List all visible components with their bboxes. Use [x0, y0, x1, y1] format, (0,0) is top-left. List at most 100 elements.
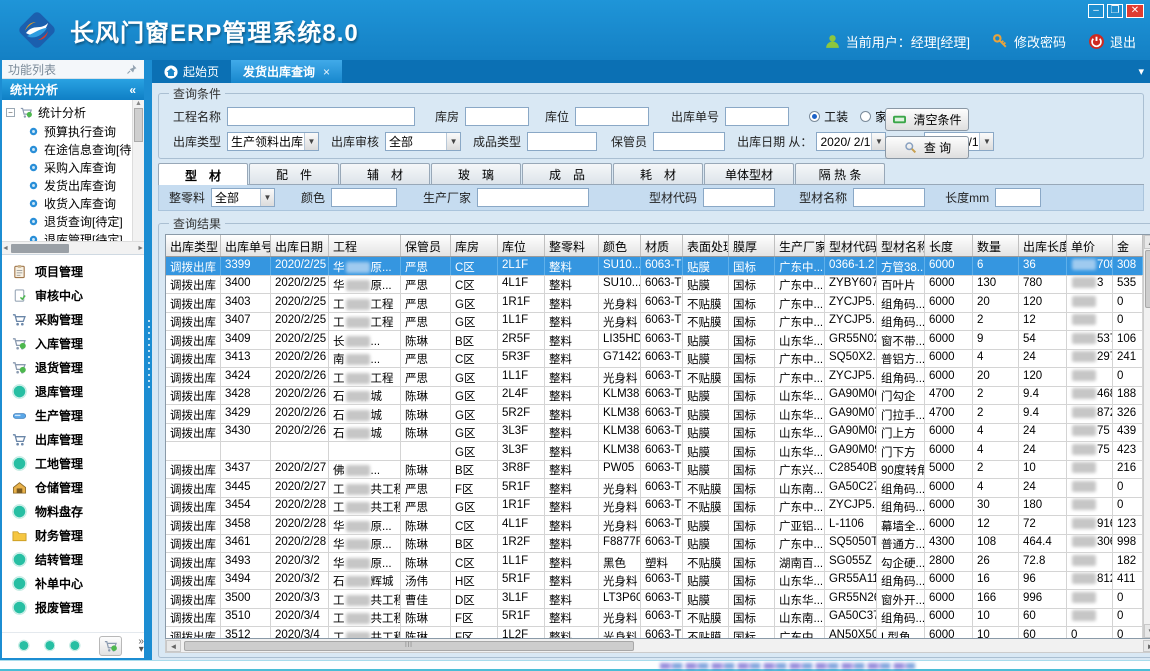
length-input[interactable]	[995, 188, 1041, 207]
material-tab-3[interactable]: 辅 材	[340, 163, 430, 184]
sidebar-item-采购管理[interactable]: 采购管理	[2, 307, 144, 331]
tab-shipping-outbound-query[interactable]: 发货出库查询 ×	[231, 60, 342, 83]
scroll-thumb[interactable]	[1145, 250, 1150, 308]
sidebar-item-退库管理[interactable]: 退库管理	[2, 379, 144, 403]
material-tab-6[interactable]: 耗 材	[613, 163, 703, 184]
column-header[interactable]: 出库单号	[221, 235, 271, 256]
color-input[interactable]	[331, 188, 397, 207]
table-row[interactable]: 调拨出库35102020/3/4工共工程陈琳F区5R1F整料光身料6063-T5…	[166, 609, 1143, 628]
column-header[interactable]: 颜色	[599, 235, 641, 256]
column-header[interactable]: 库位	[498, 235, 545, 256]
material-tab-5[interactable]: 成 品	[522, 163, 612, 184]
profile-code-input[interactable]	[703, 188, 775, 207]
date-from-picker[interactable]: 2020/ 2/16▼	[816, 132, 886, 151]
tree-item[interactable]: 发货出库查询	[6, 176, 144, 194]
scroll-down-icon[interactable]: ▼	[1144, 624, 1150, 638]
column-header[interactable]: 出库日期	[271, 235, 329, 256]
pin-icon[interactable]	[126, 63, 138, 75]
change-password-button[interactable]: 修改密码	[992, 32, 1066, 51]
scroll-right-icon[interactable]: ►	[1143, 640, 1150, 652]
material-tab-1[interactable]: 型 材	[158, 163, 248, 186]
table-row[interactable]: 调拨出库34542020/2/28工共工程严思G区1R1F整料光身料6063-T…	[166, 498, 1143, 517]
clear-conditions-button[interactable]: 清空条件	[885, 108, 969, 131]
sidebar-item-财务管理[interactable]: 财务管理	[2, 523, 144, 547]
warehouse-input[interactable]	[465, 107, 529, 126]
sidebar-item-结转管理[interactable]: 结转管理	[2, 547, 144, 571]
profile-name-input[interactable]	[853, 188, 925, 207]
table-row[interactable]: 调拨出库34372020/2/27佛...陈琳B区3R8F整料PW056063-…	[166, 461, 1143, 480]
table-row[interactable]: 调拨出库34242020/2/26工工程严思G区1L1F整料光身料6063-T5…	[166, 368, 1143, 387]
table-row[interactable]: 调拨出库34002020/2/25华原...严思C区4L1F整料SU10...6…	[166, 276, 1143, 295]
scroll-up-icon[interactable]: ▲	[1144, 235, 1150, 249]
collapse-icon[interactable]: «	[129, 83, 136, 97]
tree-item[interactable]: 采购入库查询	[6, 158, 144, 176]
column-header[interactable]: 长度	[925, 235, 973, 256]
table-row[interactable]: 调拨出库34302020/2/26石城陈琳G区3L3F整料KLM38176063…	[166, 424, 1143, 443]
sidebar-item-审核中心[interactable]: 审核中心	[2, 283, 144, 307]
grid-vertical-scrollbar[interactable]: ▲ ▼	[1143, 235, 1150, 638]
logout-button[interactable]: 退出	[1088, 32, 1136, 51]
circle-icon[interactable]	[44, 639, 56, 652]
material-tab-2[interactable]: 配 件	[249, 163, 339, 184]
sidebar-item-物料盘存[interactable]: 物料盘存	[2, 499, 144, 523]
column-header[interactable]: 金	[1113, 235, 1143, 256]
sidebar-item-退货管理[interactable]: 退货管理	[2, 355, 144, 379]
column-header[interactable]: 工程	[329, 235, 401, 256]
column-header[interactable]: 保管员	[401, 235, 451, 256]
table-row[interactable]: 调拨出库34072020/2/25工工程严思G区1L1F整料光身料6063-T5…	[166, 313, 1143, 332]
radio-gongzhuang[interactable]: 工装	[809, 108, 848, 125]
table-row[interactable]: 调拨出库34932020/3/2华原...陈琳C区1L1F整料黑色塑料不贴膜国标…	[166, 553, 1143, 572]
circle-icon[interactable]	[69, 639, 81, 652]
column-header[interactable]: 生产厂家	[775, 235, 825, 256]
table-row[interactable]: 调拨出库34292020/2/26石城陈琳G区5R2F整料KLM38176063…	[166, 405, 1143, 424]
tab-home[interactable]: 起始页	[152, 60, 231, 83]
sidebar-item-工地管理[interactable]: 工地管理	[2, 451, 144, 475]
tab-close-icon[interactable]: ×	[323, 65, 330, 79]
table-row[interactable]: 调拨出库34942020/3/2石辉城汤伟H区5R1F整料光身料6063-T5贴…	[166, 572, 1143, 591]
tree-collapse-icon[interactable]: −	[6, 108, 15, 117]
tree-item[interactable]: 在途信息查询[待	[6, 140, 144, 158]
search-button[interactable]: 查 询	[885, 136, 969, 159]
column-header[interactable]: 单价	[1067, 235, 1113, 256]
sidebar-item-仓储管理[interactable]: 仓储管理	[2, 475, 144, 499]
table-row[interactable]: 调拨出库34282020/2/26石城陈琳G区2L4F整料KLM38176063…	[166, 387, 1143, 406]
cart-shortcut-button[interactable]	[99, 636, 123, 656]
order-no-input[interactable]	[725, 107, 789, 126]
table-row[interactable]: 调拨出库34132020/2/26南...严思C区5R3F整料G71422606…	[166, 350, 1143, 369]
material-tab-7[interactable]: 单体型材	[704, 163, 794, 184]
tab-overflow-icon[interactable]: ▾	[1138, 65, 1144, 78]
tree-item[interactable]: 收货入库查询	[6, 194, 144, 212]
sidebar-item-入库管理[interactable]: 入库管理	[2, 331, 144, 355]
table-row[interactable]: 调拨出库34032020/2/25工工程严思G区1R1F整料光身料6063-T5…	[166, 294, 1143, 313]
material-tab-4[interactable]: 玻 璃	[431, 163, 521, 184]
maker-input[interactable]	[477, 188, 589, 207]
bin-input[interactable]	[575, 107, 649, 126]
column-header[interactable]: 表面处理	[683, 235, 729, 256]
table-row[interactable]: 调拨出库35002020/3/3工共工程曹佳D区3L1F整料LT3P606063…	[166, 590, 1143, 609]
scroll-left-icon[interactable]: ◄	[166, 640, 181, 652]
menu-overflow-button[interactable]: »▾	[138, 638, 144, 654]
column-header[interactable]: 出库长度	[1019, 235, 1067, 256]
circle-icon[interactable]	[18, 639, 30, 652]
maximize-button[interactable]: ❐	[1107, 4, 1123, 18]
audit-select[interactable]: 全部▼	[385, 132, 461, 151]
minimize-button[interactable]: –	[1088, 4, 1104, 18]
sidebar-item-项目管理[interactable]: 项目管理	[2, 259, 144, 283]
sidebar-item-生产管理[interactable]: 生产管理	[2, 403, 144, 427]
column-header[interactable]: 膜厚	[729, 235, 775, 256]
column-header[interactable]: 库房	[451, 235, 498, 256]
sidebar-item-报废管理[interactable]: 报废管理	[2, 595, 144, 619]
tree-root[interactable]: − 统计分析	[6, 102, 144, 122]
tree-item[interactable]: 预算执行查询	[6, 122, 144, 140]
column-header[interactable]: 出库类型	[166, 235, 221, 256]
product-type-input[interactable]	[527, 132, 597, 151]
table-row[interactable]: 调拨出库34452020/2/27工共工程严思F区5R1F整料光身料6063-T…	[166, 479, 1143, 498]
material-tab-8[interactable]: 隔 热 条	[795, 163, 885, 184]
column-header[interactable]: 数量	[973, 235, 1019, 256]
whole-part-select[interactable]: 全部▼	[211, 188, 275, 207]
keeper-input[interactable]	[653, 132, 725, 151]
column-header[interactable]: 型材代码	[825, 235, 877, 256]
column-header[interactable]: 型材名称	[877, 235, 925, 256]
column-header[interactable]: 材质	[641, 235, 683, 256]
table-row[interactable]: 调拨出库34092020/2/25长...陈琳B区2R5F整料LI35HD606…	[166, 331, 1143, 350]
